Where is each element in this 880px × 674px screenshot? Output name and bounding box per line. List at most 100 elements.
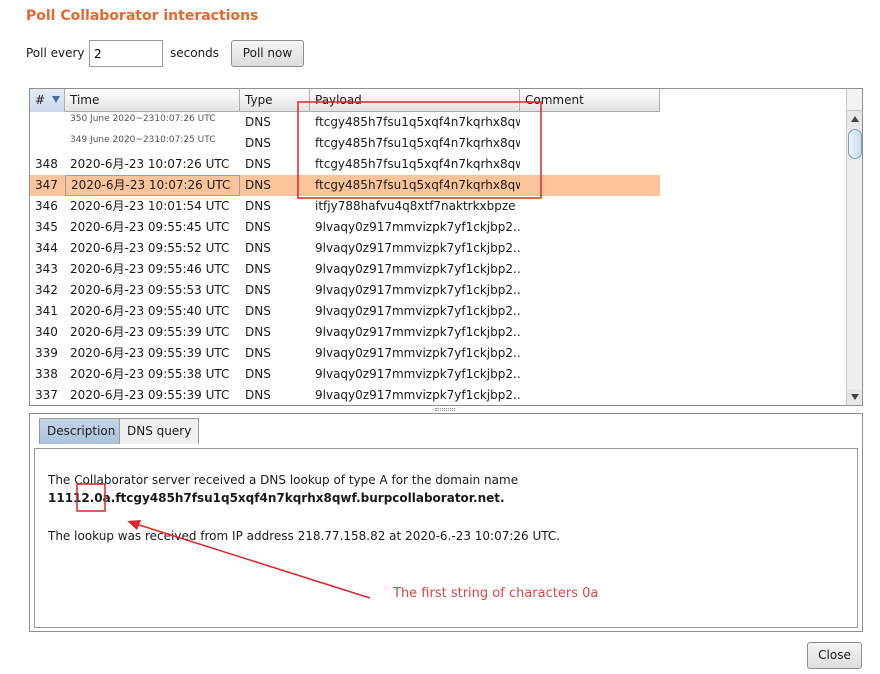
tab-dns-query[interactable]: DNS query	[119, 418, 200, 444]
cell-payload: ftcgy485h7fsu1q5xqf4n7kqrhx8qwf	[315, 136, 520, 150]
close-button[interactable]: Close	[807, 642, 862, 669]
cell-number: 348	[35, 157, 58, 171]
poll-now-button[interactable]: Poll now	[231, 40, 304, 67]
cell-number	[30, 112, 65, 133]
cell-time: 2020-6月-23 09:55:39 UTC	[70, 325, 230, 339]
poll-seconds-label: seconds	[170, 46, 220, 60]
cell-number: 341	[35, 304, 58, 318]
cell-payload: 9lvaqy0z917mmvizpk7yf1ckjbp2...	[315, 346, 520, 360]
cell-payload: ftcgy485h7fsu1q5xqf4n7kqrhx8qwf	[315, 157, 520, 171]
table-row[interactable]: 341 2020-6月-23 09:55:40 UTC DNS 9lvaqy0z917…	[30, 301, 660, 322]
cell-time: 2020-6月-23 10:01:54 UTC	[70, 199, 230, 213]
cell-comment	[520, 259, 660, 280]
cell-number: 344	[35, 241, 58, 255]
cell-payload: 9lvaqy0z917mmvizpk7yf1ckjbp2...	[315, 388, 520, 402]
annotation-note: The first string of characters 0a	[393, 586, 599, 601]
cell-payload: 9lvaqy0z917mmvizpk7yf1ckjbp2...	[315, 283, 520, 297]
description-text: The Collaborator server received a DNS l…	[48, 473, 519, 487]
cell-comment	[520, 238, 660, 259]
cell-comment	[520, 322, 660, 343]
cell-time: 2020-6月-23 09:55:52 UTC	[70, 241, 230, 255]
column-header-comment[interactable]: Comment	[520, 89, 660, 112]
cell-time: 2020-6月-23 09:55:39 UTC	[70, 388, 230, 402]
cell-payload: 9lvaqy0z917mmvizpk7yf1ckjbp2...	[315, 241, 520, 255]
cell-number: 342	[35, 283, 58, 297]
cell-type: DNS	[245, 325, 271, 339]
lookup-domain: 11112.0a.ftcgy485h7fsu1q5xqf4n7kqrhx8qwf…	[48, 491, 505, 505]
lookup-source-text: The lookup was received from IP address …	[48, 529, 561, 543]
cell-number: 340	[35, 325, 58, 339]
cell-number	[30, 133, 65, 154]
scrollbar-thumb[interactable]	[848, 129, 862, 159]
table-row[interactable]: 339 2020-6月-23 09:55:39 UTC DNS 9lvaqy0z917…	[30, 343, 660, 364]
scroll-down-icon[interactable]	[847, 389, 862, 405]
cell-time: 2020-6月-23 09:55:46 UTC	[70, 262, 230, 276]
cell-payload: itfjy788hafvu4q8xtf7naktrkxbpze	[315, 199, 516, 213]
table-row[interactable]: 338 2020-6月-23 09:55:38 UTC DNS 9lvaqy0z917…	[30, 364, 660, 385]
interactions-table: # Time Type Payload Comment 350 June 202…	[29, 88, 863, 406]
scroll-up-icon[interactable]	[847, 111, 862, 127]
table-body: 350 June 2020~2310:07:26 UTC DNS ftcgy485h…	[30, 112, 660, 405]
sort-desc-icon	[52, 96, 60, 103]
cell-time: 2020-6月-23 09:55:53 UTC	[70, 283, 230, 297]
cell-type: DNS	[245, 346, 271, 360]
table-row[interactable]: 347 2020-6月-23 10:07:26 UTC DNS ftcgy485h7f…	[30, 175, 660, 196]
table-row[interactable]: 342 2020-6月-23 09:55:53 UTC DNS 9lvaqy0z917…	[30, 280, 660, 301]
description-content: The Collaborator server received a DNS l…	[34, 448, 858, 628]
tab-description[interactable]: Description	[39, 418, 124, 444]
cell-number: 347	[35, 178, 58, 192]
cell-type: DNS	[245, 241, 271, 255]
cell-payload: 9lvaqy0z917mmvizpk7yf1ckjbp2...	[315, 325, 520, 339]
cell-type: DNS	[245, 388, 271, 402]
cell-number: 337	[35, 388, 58, 402]
table-row[interactable]: 346 2020-6月-23 10:01:54 UTC DNS itfjy788haf…	[30, 196, 660, 217]
cell-type: DNS	[245, 199, 271, 213]
table-header: # Time Type Payload Comment	[30, 89, 660, 112]
table-row[interactable]: 337 2020-6月-23 09:55:39 UTC DNS 9lvaqy0z917…	[30, 385, 660, 405]
cell-time: 350 June 2020~2310:07:26 UTC	[70, 114, 216, 124]
cell-number: 343	[35, 262, 58, 276]
dialog-title: Poll Collaborator interactions	[26, 8, 259, 24]
cell-comment	[520, 154, 660, 175]
cell-number: 338	[35, 367, 58, 381]
cell-comment	[520, 196, 660, 217]
cell-type: DNS	[245, 367, 271, 381]
column-header-time[interactable]: Time	[65, 89, 240, 112]
cell-comment	[520, 217, 660, 238]
table-row[interactable]: 345 2020-6月-23 09:55:45 UTC DNS 9lvaqy0z917…	[30, 217, 660, 238]
table-row[interactable]: 348 2020-6月-23 10:07:26 UTC DNS ftcgy485h7f…	[30, 154, 660, 175]
cell-payload: 9lvaqy0z917mmvizpk7yf1ckjbp2...	[315, 367, 520, 381]
cell-time: 2020-6月-23 10:07:26 UTC	[70, 157, 230, 171]
cell-number: 346	[35, 199, 58, 213]
cell-payload: ftcgy485h7fsu1q5xqf4n7kqrhx8qwf	[315, 178, 520, 192]
table-row[interactable]: 350 June 2020~2310:07:26 UTC DNS ftcgy485h…	[30, 112, 660, 133]
column-header-number[interactable]: #	[30, 89, 65, 112]
cell-type: DNS	[245, 136, 271, 150]
cell-comment	[520, 175, 660, 196]
cell-comment	[520, 133, 660, 154]
cell-number: 339	[35, 346, 58, 360]
cell-type: DNS	[245, 220, 271, 234]
column-header-payload[interactable]: Payload	[310, 89, 520, 112]
poll-interval-input[interactable]	[89, 40, 163, 67]
cell-time: 349 June 2020~2310:07:25 UTC	[70, 135, 216, 145]
column-header-type[interactable]: Type	[240, 89, 310, 112]
table-row[interactable]: 343 2020-6月-23 09:55:46 UTC DNS 9lvaqy0z917…	[30, 259, 660, 280]
vertical-scrollbar[interactable]	[846, 89, 862, 405]
table-row[interactable]: 344 2020-6月-23 09:55:52 UTC DNS 9lvaqy0z917…	[30, 238, 660, 259]
cell-comment	[520, 280, 660, 301]
cell-type: DNS	[245, 157, 271, 171]
poll-every-label: Poll every	[26, 46, 85, 60]
table-row[interactable]: 340 2020-6月-23 09:55:39 UTC DNS 9lvaqy0z917…	[30, 322, 660, 343]
cell-type: DNS	[245, 304, 271, 318]
cell-type: DNS	[245, 115, 271, 129]
split-pane-divider[interactable]	[435, 408, 455, 411]
cell-comment	[520, 364, 660, 385]
cell-time: 2020-6月-23 10:07:26 UTC	[65, 175, 240, 196]
cell-type: DNS	[245, 178, 271, 192]
cell-comment	[520, 385, 660, 405]
table-row[interactable]: 349 June 2020~2310:07:25 UTC DNS ftcgy485h…	[30, 133, 660, 154]
cell-type: DNS	[245, 262, 271, 276]
details-panel: Description DNS query The Collaborator s…	[29, 413, 863, 632]
cell-time: 2020-6月-23 09:55:39 UTC	[70, 346, 230, 360]
